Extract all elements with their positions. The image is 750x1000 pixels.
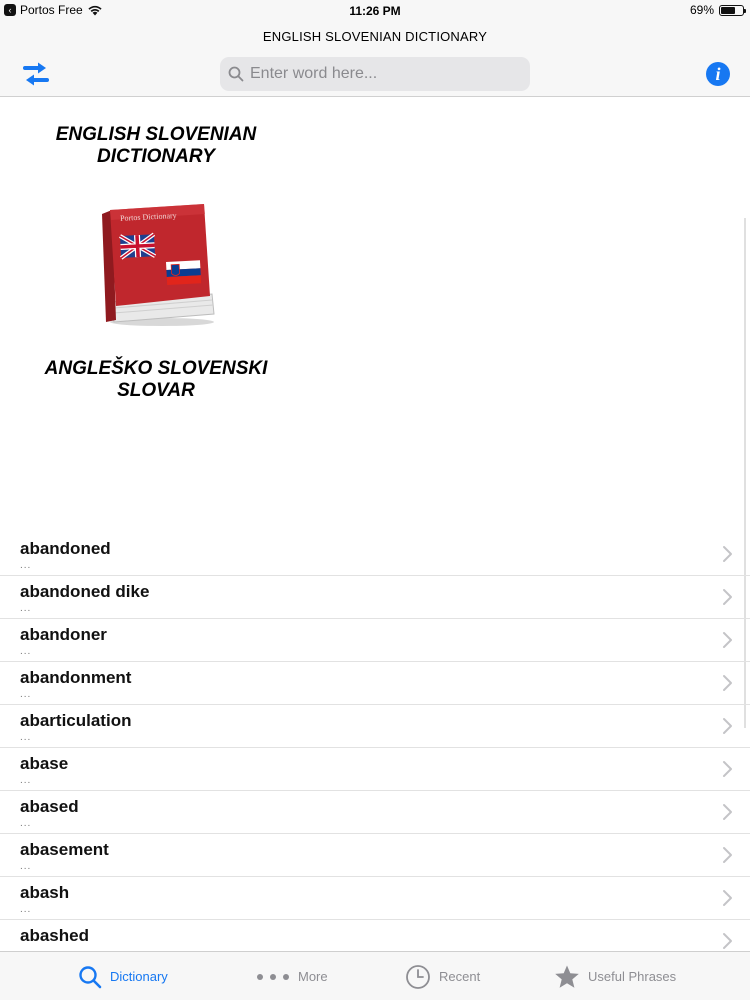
tab-dictionary[interactable]: Dictionary <box>78 952 168 1000</box>
tab-more[interactable]: More <box>256 952 328 1000</box>
tab-label: Dictionary <box>110 969 168 984</box>
tab-label: More <box>298 969 328 984</box>
uk-flag-icon <box>119 232 157 260</box>
word-translation: ... <box>20 646 32 657</box>
word-translation: ... <box>20 818 32 829</box>
nav-title: ENGLISH SLOVENIAN DICTIONARY <box>262 29 488 44</box>
list-item[interactable]: abasement ... <box>0 834 750 877</box>
info-button[interactable]: i <box>706 62 730 86</box>
list-item[interactable]: abandoner ... <box>0 619 750 662</box>
status-right: 69% <box>689 3 746 17</box>
word-label: abash <box>20 883 70 902</box>
more-dots-icon <box>257 973 289 980</box>
tab-useful-phrases[interactable]: Useful Phrases <box>554 952 676 1000</box>
word-list: abandoned ... abandoned dike ... abandon… <box>0 533 750 963</box>
title-english: ENGLISH SLOVENIAN DICTIONARY <box>55 124 257 167</box>
list-item[interactable]: abandoned ... <box>0 533 750 576</box>
title-slovenian: ANGLEŠKO SLOVENSKI SLOVAR <box>44 358 268 401</box>
status-time: 11:26 PM <box>349 4 401 18</box>
tab-bar: Dictionary More Recent Useful Phrases <box>0 951 750 1000</box>
dictionary-book-image: Portos Dictionary <box>102 204 215 326</box>
chevron-right-icon <box>723 632 732 648</box>
star-icon <box>555 965 579 988</box>
chevron-right-icon <box>723 718 732 734</box>
status-bar: ‹ Portos Free 11:26 PM 69% <box>0 0 750 22</box>
list-item[interactable]: abandoned dike ... <box>0 576 750 619</box>
search-bar[interactable] <box>220 57 530 91</box>
word-label: abased <box>20 797 79 816</box>
battery-fill <box>721 6 736 14</box>
list-item[interactable]: abarticulation ... <box>0 705 750 748</box>
list-item[interactable]: abased ... <box>0 791 750 834</box>
list-item[interactable]: abandonment ... <box>0 662 750 705</box>
tab-recent[interactable]: Recent <box>405 952 480 1000</box>
word-translation: ... <box>20 603 32 614</box>
word-label: abandoner <box>20 625 107 644</box>
word-translation: ... <box>20 560 32 571</box>
tab-label: Recent <box>439 969 481 984</box>
word-label: abandonment <box>20 668 132 687</box>
word-translation: ... <box>20 732 32 743</box>
chevron-right-icon <box>723 890 732 906</box>
chevron-right-icon <box>723 804 732 820</box>
swap-language-button[interactable] <box>22 61 50 87</box>
dictionary-header: ENGLISH SLOVENIAN DICTIONARY Portos Dict… <box>0 98 750 728</box>
battery-percent: 69% <box>689 3 714 17</box>
navigation-bar: ENGLISH SLOVENIAN DICTIONARY i <box>0 22 750 97</box>
tab-label: Useful Phrases <box>588 969 677 984</box>
word-label: abandoned dike <box>20 582 150 601</box>
word-label: abase <box>20 754 69 773</box>
battery-icon <box>719 4 746 16</box>
word-label: abasement <box>20 840 109 859</box>
chevron-right-icon <box>723 847 732 863</box>
word-translation: ... <box>20 689 32 700</box>
search-icon <box>228 66 244 82</box>
slovenia-flag-icon <box>166 260 202 285</box>
word-label: abarticulation <box>20 711 132 730</box>
clock-icon <box>406 964 430 989</box>
search-input[interactable] <box>250 65 520 83</box>
word-translation: ... <box>20 904 32 915</box>
search-icon <box>79 965 102 988</box>
word-translation: ... <box>20 775 32 786</box>
chevron-right-icon <box>723 761 732 777</box>
list-item[interactable]: abase ... <box>0 748 750 791</box>
swap-arrows-icon <box>23 62 49 86</box>
word-label: abandoned <box>20 539 111 558</box>
word-translation: ... <box>20 861 32 872</box>
chevron-right-icon <box>723 589 732 605</box>
word-label: abashed <box>20 926 89 945</box>
chevron-right-icon <box>723 675 732 691</box>
list-item[interactable]: abash ... <box>0 877 750 920</box>
chevron-right-icon <box>723 933 732 949</box>
chevron-right-icon <box>723 546 732 562</box>
